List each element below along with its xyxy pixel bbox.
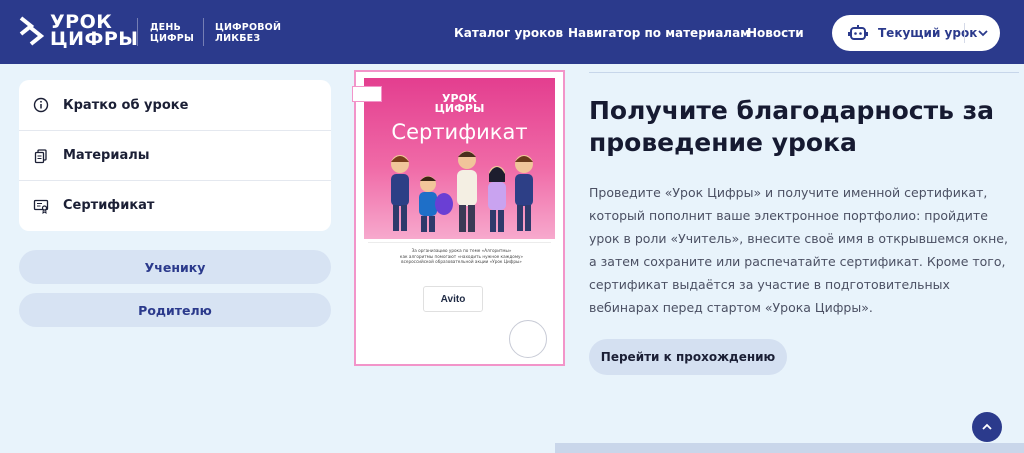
parent-button[interactable]: Родителю <box>19 293 331 327</box>
nav-catalog[interactable]: Каталог уроков <box>454 26 563 40</box>
footer-decoration <box>555 443 1024 453</box>
logo-text: УРОК ЦИФРЫ <box>50 11 139 50</box>
certificate-preview: УРОК ЦИФРЫ Сертификат За организацию уро… <box>352 70 565 366</box>
logo-mark-icon <box>19 16 44 46</box>
side-menu-label: Кратко об уроке <box>63 97 189 113</box>
button-divider <box>964 23 965 43</box>
site-logo[interactable]: УРОК ЦИФРЫ <box>18 11 139 50</box>
partner-logo: Avito <box>423 286 483 312</box>
side-menu-item-certificate[interactable]: Сертификат <box>19 180 331 230</box>
robot-icon <box>848 25 868 40</box>
side-menu-item-materials[interactable]: Материалы <box>19 130 331 180</box>
den-cifry-link[interactable]: ДЕНЬ ЦИФРЫ <box>150 22 194 44</box>
section-heading: Получите благодарность за проведение уро… <box>589 96 995 157</box>
chevron-down-icon[interactable] <box>976 25 990 41</box>
scroll-to-top-button[interactable] <box>972 412 1002 442</box>
certificate-header: УРОК ЦИФРЫ Сертификат <box>364 78 555 239</box>
section-divider <box>589 72 1019 73</box>
side-menu-label: Материалы <box>63 148 150 163</box>
lesson-side-menu: Кратко об уроке Материалы Сертификат <box>19 80 331 231</box>
certificate-icon <box>33 199 49 214</box>
documents-icon <box>34 148 47 163</box>
go-to-lesson-button[interactable]: Перейти к прохождению <box>589 339 787 375</box>
section-description: Проведите «Урок Цифры» и получите именно… <box>589 185 1008 315</box>
children-illustration <box>391 151 533 232</box>
side-menu-label: Сертификат <box>63 198 155 213</box>
nav-news[interactable]: Новости <box>747 26 804 40</box>
current-lesson-button[interactable]: Текущий урок <box>832 15 1000 51</box>
info-icon <box>33 97 49 113</box>
side-menu-item-overview[interactable]: Кратко об уроке <box>19 80 331 130</box>
top-header: УРОК ЦИФРЫ ДЕНЬ ЦИФРЫ ЦИФРОВОЙ ЛИКБЕЗ Ка… <box>0 0 1024 64</box>
current-lesson-label: Текущий урок <box>878 26 978 40</box>
logo-separator <box>137 18 138 46</box>
signature-stamp-icon <box>509 320 547 358</box>
student-button[interactable]: Ученику <box>19 250 331 284</box>
cifrovoy-likbez-link[interactable]: ЦИФРОВОЙ ЛИКБЕЗ <box>215 22 281 44</box>
logo-separator <box>203 18 204 46</box>
chevron-up-icon <box>982 423 992 430</box>
certificate-body-text: За организацию урока по теме «Алгоритмы»… <box>399 248 524 264</box>
nav-navigator[interactable]: Навигатор по материалам <box>568 26 750 40</box>
certificate-tag-icon <box>352 86 382 102</box>
